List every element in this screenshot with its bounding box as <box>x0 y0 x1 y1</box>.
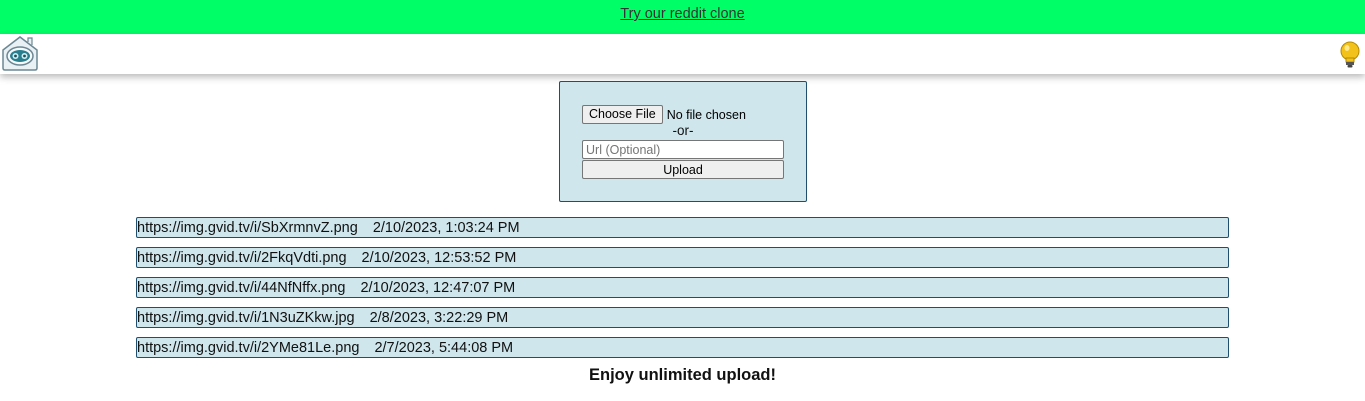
upload-timestamp: 2/7/2023, 5:44:08 PM <box>374 339 514 356</box>
choose-file-button[interactable]: Choose File <box>582 105 663 124</box>
file-status-text: No file chosen <box>666 107 746 122</box>
upload-url[interactable]: https://img.gvid.tv/i/SbXrmnvZ.png <box>137 219 358 237</box>
upload-url[interactable]: https://img.gvid.tv/i/1N3uZKkw.jpg <box>137 309 355 327</box>
upload-item[interactable]: https://img.gvid.tv/i/1N3uZKkw.jpg 2/8/2… <box>136 307 1229 328</box>
upload-url[interactable]: https://img.gvid.tv/i/44NfNffx.png <box>137 279 345 297</box>
upload-timestamp: 2/10/2023, 12:47:07 PM <box>360 279 516 296</box>
navbar <box>0 34 1365 74</box>
robot-house-logo[interactable] <box>0 34 40 72</box>
upload-item[interactable]: https://img.gvid.tv/i/2YMe81Le.png 2/7/2… <box>136 337 1229 358</box>
upload-item[interactable]: https://img.gvid.tv/i/44NfNffx.png 2/10/… <box>136 277 1229 298</box>
upload-button[interactable]: Upload <box>582 160 784 179</box>
upload-history-list: https://img.gvid.tv/i/SbXrmnvZ.png 2/10/… <box>136 217 1229 367</box>
upload-item[interactable]: https://img.gvid.tv/i/SbXrmnvZ.png 2/10/… <box>136 217 1229 238</box>
reddit-clone-link[interactable]: Try our reddit clone <box>620 6 744 22</box>
upload-timestamp: 2/10/2023, 1:03:24 PM <box>372 219 520 236</box>
url-input[interactable] <box>582 140 784 159</box>
upload-item[interactable]: https://img.gvid.tv/i/2FkqVdti.png 2/10/… <box>136 247 1229 268</box>
upload-form: Choose File No file chosen -or- Upload <box>559 81 807 202</box>
lightbulb-icon[interactable] <box>1338 41 1362 69</box>
top-banner: Try our reddit clone <box>0 0 1365 34</box>
upload-timestamp: 2/8/2023, 3:22:29 PM <box>369 309 509 326</box>
upload-timestamp: 2/10/2023, 12:53:52 PM <box>361 249 517 266</box>
or-separator: -or- <box>672 123 694 138</box>
unlimited-upload-message: Enjoy unlimited upload! <box>589 366 776 384</box>
upload-url[interactable]: https://img.gvid.tv/i/2YMe81Le.png <box>137 339 359 357</box>
upload-url[interactable]: https://img.gvid.tv/i/2FkqVdti.png <box>137 249 347 267</box>
file-picker: Choose File No file chosen <box>582 105 746 124</box>
